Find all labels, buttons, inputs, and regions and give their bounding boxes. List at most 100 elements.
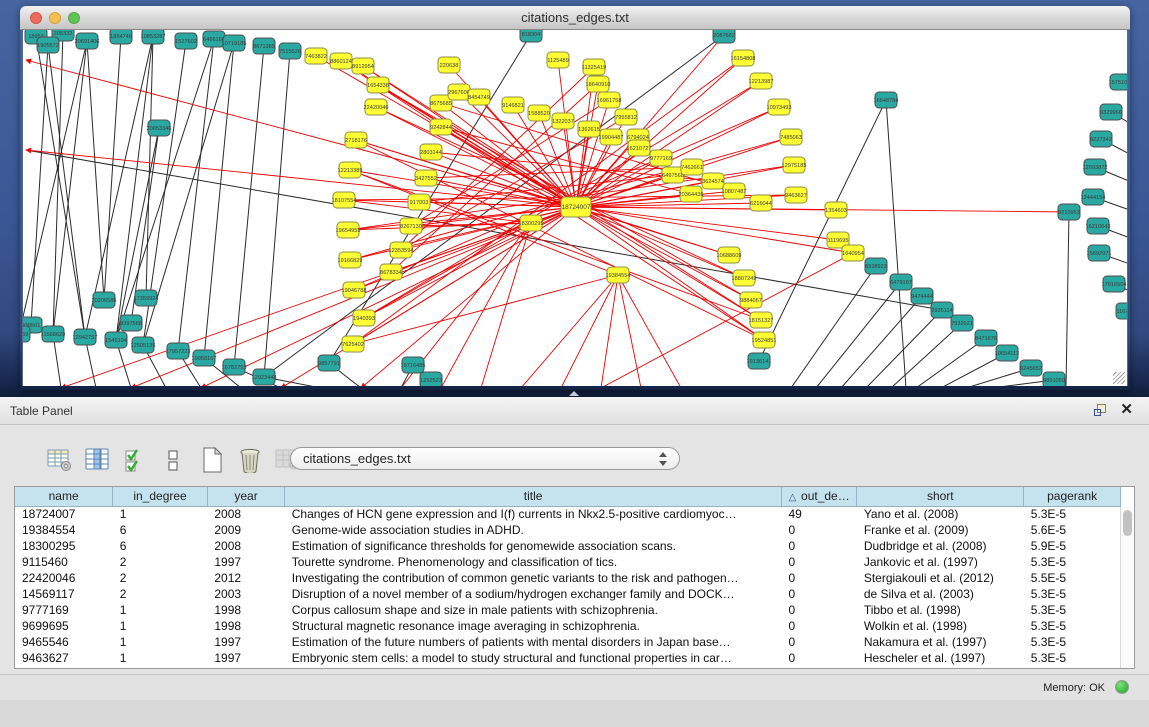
table-cell[interactable]: 1 xyxy=(113,634,208,650)
table-cell[interactable]: 5.3E-5 xyxy=(1024,506,1121,522)
node-table[interactable]: namein_degreeyeartitle△ out_de…shortpage… xyxy=(15,487,1121,666)
table-cell[interactable]: 0 xyxy=(781,618,856,634)
table-cell[interactable]: 0 xyxy=(781,602,856,618)
table-cell[interactable]: Tibbo et al. (1998) xyxy=(857,602,1024,618)
table-row[interactable]: 1456911722003Disruption of a novel membe… xyxy=(15,586,1121,602)
table-cell[interactable]: Genome-wide association studies in ADHD. xyxy=(285,522,782,538)
column-header-short[interactable]: short xyxy=(857,487,1024,506)
table-cell[interactable]: 0 xyxy=(781,586,856,602)
table-row[interactable]: 977716911998Corpus callosum shape and si… xyxy=(15,602,1121,618)
table-cell[interactable]: 2009 xyxy=(207,522,284,538)
table-row[interactable]: 969969511998Structural magnetic resonanc… xyxy=(15,618,1121,634)
table-cell[interactable]: 5.3E-5 xyxy=(1024,634,1121,650)
table-cell[interactable]: Corpus callosum shape and size in male p… xyxy=(285,602,782,618)
table-cell[interactable]: 5.9E-5 xyxy=(1024,538,1121,554)
split-pane-handle[interactable] xyxy=(569,391,579,396)
table-cell[interactable]: 5.3E-5 xyxy=(1024,618,1121,634)
table-cell[interactable]: 6 xyxy=(113,522,208,538)
table-cell[interactable]: 1998 xyxy=(207,602,284,618)
column-header-pagerank[interactable]: pagerank xyxy=(1024,487,1121,506)
table-cell[interactable]: 19384554 xyxy=(15,522,113,538)
network-canvas[interactable]: 1895320533219055722069140618847461085328… xyxy=(22,30,1128,386)
column-header-out_de[interactable]: △ out_de… xyxy=(781,487,856,506)
table-cell[interactable]: 1997 xyxy=(207,650,284,666)
table-cell[interactable]: 2003 xyxy=(207,586,284,602)
column-header-in_degree[interactable]: in_degree xyxy=(113,487,208,506)
table-cell[interactable]: 49 xyxy=(781,506,856,522)
table-settings-icon[interactable] xyxy=(46,447,73,474)
select-all-icon[interactable] xyxy=(122,447,149,474)
table-cell[interactable]: Estimation of the future numbers of pati… xyxy=(285,634,782,650)
close-panel-icon[interactable]: ✕ xyxy=(1120,401,1133,419)
table-cell[interactable]: 1 xyxy=(113,506,208,522)
table-cell[interactable]: 2 xyxy=(113,554,208,570)
table-cell[interactable]: 9463627 xyxy=(15,650,113,666)
table-row[interactable]: 946362711997Embryonic stem cells: a mode… xyxy=(15,650,1121,666)
table-cell[interactable]: 5.6E-5 xyxy=(1024,522,1121,538)
new-table-icon[interactable] xyxy=(198,447,225,474)
table-row[interactable]: 1872400712008Changes of HCN gene express… xyxy=(15,506,1121,522)
table-cell[interactable]: Embryonic stem cells: a model to study s… xyxy=(285,650,782,666)
table-cell[interactable]: 9465546 xyxy=(15,634,113,650)
table-cell[interactable]: 1 xyxy=(113,618,208,634)
table-cell[interactable]: Franke et al. (2009) xyxy=(857,522,1024,538)
table-cell[interactable]: 6 xyxy=(113,538,208,554)
table-cell[interactable]: 2008 xyxy=(207,506,284,522)
table-cell[interactable]: 0 xyxy=(781,522,856,538)
network-window[interactable]: citations_edges.txt 18953205332190557220… xyxy=(20,6,1130,390)
table-cell[interactable]: 2 xyxy=(113,570,208,586)
table-cell[interactable]: 0 xyxy=(781,650,856,666)
float-panel-icon[interactable] xyxy=(1094,404,1107,417)
table-cell[interactable]: 1998 xyxy=(207,618,284,634)
table-cell[interactable]: Yano et al. (2008) xyxy=(857,506,1024,522)
table-cell[interactable]: Stergiakouli et al. (2012) xyxy=(857,570,1024,586)
table-cell[interactable]: 1997 xyxy=(207,554,284,570)
table-cell[interactable]: de Silva et al. (2003) xyxy=(857,586,1024,602)
table-header-row[interactable]: namein_degreeyeartitle△ out_de…shortpage… xyxy=(15,487,1121,506)
table-cell[interactable]: Jankovic et al. (1997) xyxy=(857,554,1024,570)
table-cell[interactable]: 1 xyxy=(113,650,208,666)
table-scrollbar-thumb[interactable] xyxy=(1123,510,1132,536)
unselect-all-icon[interactable] xyxy=(160,447,187,474)
table-scrollbar[interactable] xyxy=(1120,507,1133,668)
table-cell[interactable]: 14569117 xyxy=(15,586,113,602)
column-visibility-icon[interactable] xyxy=(84,447,111,474)
table-cell[interactable]: 18300295 xyxy=(15,538,113,554)
table-cell[interactable]: 0 xyxy=(781,570,856,586)
table-cell[interactable]: 22420046 xyxy=(15,570,113,586)
network-window-titlebar[interactable]: citations_edges.txt xyxy=(20,6,1130,30)
table-row[interactable]: 946554611997Estimation of the future num… xyxy=(15,634,1121,650)
table-cell[interactable]: 5.5E-5 xyxy=(1024,570,1121,586)
table-cell[interactable]: 9699695 xyxy=(15,618,113,634)
table-row[interactable]: 911546021997Tourette syndrome. Phenomeno… xyxy=(15,554,1121,570)
window-resize-grip[interactable] xyxy=(1113,372,1125,384)
table-cell[interactable]: 2008 xyxy=(207,538,284,554)
table-row[interactable]: 1938455462009Genome-wide association stu… xyxy=(15,522,1121,538)
column-header-title[interactable]: title xyxy=(285,487,782,506)
table-cell[interactable]: Wolkin et al. (1998) xyxy=(857,618,1024,634)
table-cell[interactable]: 0 xyxy=(781,538,856,554)
table-cell[interactable]: Dudbridge et al. (2008) xyxy=(857,538,1024,554)
citation-network-graph[interactable]: 1895320533219055722069140618847461085328… xyxy=(23,30,1128,386)
table-cell[interactable]: 2 xyxy=(113,586,208,602)
table-cell[interactable]: 9115460 xyxy=(15,554,113,570)
table-cell[interactable]: Structural magnetic resonance image aver… xyxy=(285,618,782,634)
table-row[interactable]: 1830029562008Estimation of significance … xyxy=(15,538,1121,554)
table-cell[interactable]: 5.3E-5 xyxy=(1024,602,1121,618)
table-cell[interactable]: Hescheler et al. (1997) xyxy=(857,650,1024,666)
table-cell[interactable]: 18724007 xyxy=(15,506,113,522)
table-cell[interactable]: Tourette syndrome. Phenomenology and cla… xyxy=(285,554,782,570)
table-cell[interactable]: Disruption of a novel member of a sodium… xyxy=(285,586,782,602)
table-cell[interactable]: 0 xyxy=(781,554,856,570)
table-cell[interactable]: Nakamura et al. (1997) xyxy=(857,634,1024,650)
table-cell[interactable]: 9777169 xyxy=(15,602,113,618)
delete-icon[interactable] xyxy=(236,447,263,474)
column-header-year[interactable]: year xyxy=(207,487,284,506)
table-cell[interactable]: Changes of HCN gene expression and I(f) … xyxy=(285,506,782,522)
table-cell[interactable]: 2012 xyxy=(207,570,284,586)
table-cell[interactable]: 1 xyxy=(113,602,208,618)
table-cell[interactable]: 5.3E-5 xyxy=(1024,554,1121,570)
table-cell[interactable]: 5.3E-5 xyxy=(1024,650,1121,666)
table-row[interactable]: 2242004622012Investigating the contribut… xyxy=(15,570,1121,586)
table-cell[interactable]: Estimation of significance thresholds fo… xyxy=(285,538,782,554)
